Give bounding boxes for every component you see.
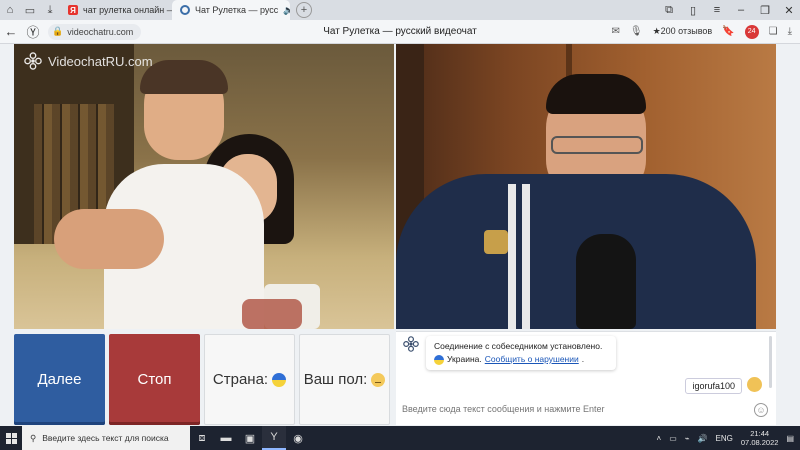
browser-tab-strip: ⌂ ▭ ⤓ Я чат рулетка онлайн — Ян Чат Руле… xyxy=(0,0,800,20)
glass xyxy=(242,299,302,329)
tab-chat-roulette[interactable]: Чат Рулетка — русс 🔈 × xyxy=(172,0,290,20)
local-video: VideochatRU.com xyxy=(14,44,394,329)
bookmark-icon[interactable]: ▯ xyxy=(682,4,704,17)
tab-yandex-search[interactable]: Я чат рулетка онлайн — Ян xyxy=(60,0,172,20)
partner-video xyxy=(396,44,776,329)
reviews-badge[interactable]: ★200 отзывов xyxy=(653,26,713,37)
system-message-text: Соединение с собеседником установлено. xyxy=(434,341,603,351)
microphone xyxy=(576,234,636,329)
person-hair xyxy=(546,74,646,114)
download-icon[interactable]: ⤓ xyxy=(788,26,792,37)
badge xyxy=(484,230,508,254)
show-hidden-icons-icon[interactable]: ˄ xyxy=(657,434,662,443)
task-view-icon[interactable]: ⧈ xyxy=(190,426,214,450)
country-selector[interactable]: Страна: xyxy=(204,334,295,425)
address-bar: ← Ⓨ 🔒 videochatru.com Чат Рулетка — русс… xyxy=(0,20,800,44)
start-button[interactable] xyxy=(0,426,22,450)
taskbar-search-placeholder: Введите здесь текст для поиска xyxy=(42,433,169,443)
yandex-button-icon[interactable]: Ⓨ xyxy=(22,20,44,44)
windows-icon xyxy=(5,432,17,444)
network-icon[interactable]: ⌁ xyxy=(685,434,690,443)
shirt-stripe xyxy=(508,184,516,329)
shirt-stripe xyxy=(522,184,530,329)
report-abuse-link[interactable]: Сообщить о нарушении xyxy=(485,353,579,366)
extensions-icon[interactable]: ❏ xyxy=(769,26,778,37)
partner-country: Украина. xyxy=(447,354,482,364)
system-message: Соединение с собеседником установлено. У… xyxy=(426,336,616,370)
volume-icon[interactable]: 🔊 xyxy=(698,434,708,443)
system-tray: ˄ ▭ ⌁ 🔊 ENG 21:44 07.08.2022 ▤ xyxy=(657,429,800,447)
system-message-country-row: Украина. Сообщить о нарушении. xyxy=(434,353,608,366)
clock-date: 07.08.2022 xyxy=(740,438,779,447)
url-text: videochatru.com xyxy=(67,26,134,37)
gender-selector[interactable]: Ваш пол: xyxy=(299,334,390,425)
taskbar-search[interactable]: ⚲ Введите здесь текст для поиска xyxy=(22,426,190,450)
extension-badge[interactable]: 24 xyxy=(744,24,759,39)
page-title: Чат Рулетка — русский видеочат xyxy=(323,26,477,37)
window-controls: ⧉ ▯ ≡ – ❐ ✕ xyxy=(658,4,800,17)
lock-icon: 🔒 xyxy=(52,26,64,36)
person-hair xyxy=(140,60,228,94)
neutral-face-icon xyxy=(371,372,386,387)
new-tab-button[interactable]: + xyxy=(296,2,312,18)
close-window-icon[interactable]: ✕ xyxy=(778,4,800,17)
tab-label: чат рулетка онлайн — Ян xyxy=(83,5,172,15)
logo-text: VideochatRU.com xyxy=(48,53,153,69)
tab-label: Чат Рулетка — русс xyxy=(195,5,279,15)
gender-label: Ваш пол: xyxy=(303,371,368,388)
display-icon[interactable]: ▭ xyxy=(669,434,677,443)
stop-button[interactable]: Стоп xyxy=(109,334,200,425)
clock-time: 21:44 xyxy=(750,429,770,438)
ukraine-flag-icon xyxy=(272,372,287,387)
glasses xyxy=(551,136,643,154)
chat-panel: Соединение с собеседником установлено. У… xyxy=(396,331,776,425)
yandex-browser-icon[interactable]: Y xyxy=(262,426,286,450)
collections-icon[interactable]: ⧉ xyxy=(658,4,680,17)
logo-icon xyxy=(24,52,42,70)
videochat-favicon-icon xyxy=(180,5,190,15)
address-bar-actions: ✉ 🎙 ★200 отзывов 🔖 24 ❏ ⤓ xyxy=(611,24,800,39)
microsoft-store-icon[interactable]: ▣ xyxy=(238,426,262,450)
chat-scrollbar[interactable] xyxy=(769,336,772,388)
videochat-page: VideochatRU.com Далее Стоп Страна: Ваш п… xyxy=(0,44,800,426)
back-icon[interactable]: ← xyxy=(0,20,22,44)
minimize-icon[interactable]: – xyxy=(730,4,752,17)
country-label: Страна: xyxy=(212,371,269,388)
menu-icon[interactable]: ≡ xyxy=(706,4,728,17)
language-indicator[interactable]: ENG xyxy=(716,434,733,443)
mail-icon[interactable]: ✉ xyxy=(611,26,619,37)
system-logo-icon xyxy=(403,336,419,352)
search-icon: ⚲ xyxy=(30,432,37,443)
yandex-favicon-icon: Я xyxy=(68,5,78,15)
next-button[interactable]: Далее xyxy=(14,334,105,425)
downloads-icon[interactable]: ⤓ xyxy=(40,0,60,20)
message-input[interactable] xyxy=(402,401,762,417)
site-logo[interactable]: VideochatRU.com xyxy=(24,52,153,70)
notifications-icon[interactable]: ▤ xyxy=(786,434,794,443)
bookmarks-icon[interactable]: ▭ xyxy=(20,0,40,20)
restore-icon[interactable]: ❐ xyxy=(754,4,776,17)
ukraine-flag-icon xyxy=(434,354,444,365)
obs-icon[interactable]: ◉ xyxy=(286,426,310,450)
person-arm xyxy=(54,209,164,269)
bookmark-page-icon[interactable]: 🔖 xyxy=(722,26,734,37)
chat-message: igorufa100 xyxy=(685,378,742,394)
taskbar: ⚲ Введите здесь текст для поиска ⧈ ▬ ▣ Y… xyxy=(0,426,800,450)
file-explorer-icon[interactable]: ▬ xyxy=(214,426,238,450)
clock[interactable]: 21:44 07.08.2022 xyxy=(741,429,779,447)
microphone-icon[interactable]: 🎙 xyxy=(630,26,643,37)
sound-icon[interactable]: 🔈 xyxy=(283,5,290,16)
report-link-suffix: . xyxy=(581,354,585,364)
url-field[interactable]: 🔒 videochatru.com xyxy=(48,23,142,40)
user-avatar xyxy=(747,377,762,392)
home-icon[interactable]: ⌂ xyxy=(0,0,20,20)
emoji-button[interactable]: ☺ xyxy=(754,403,768,417)
